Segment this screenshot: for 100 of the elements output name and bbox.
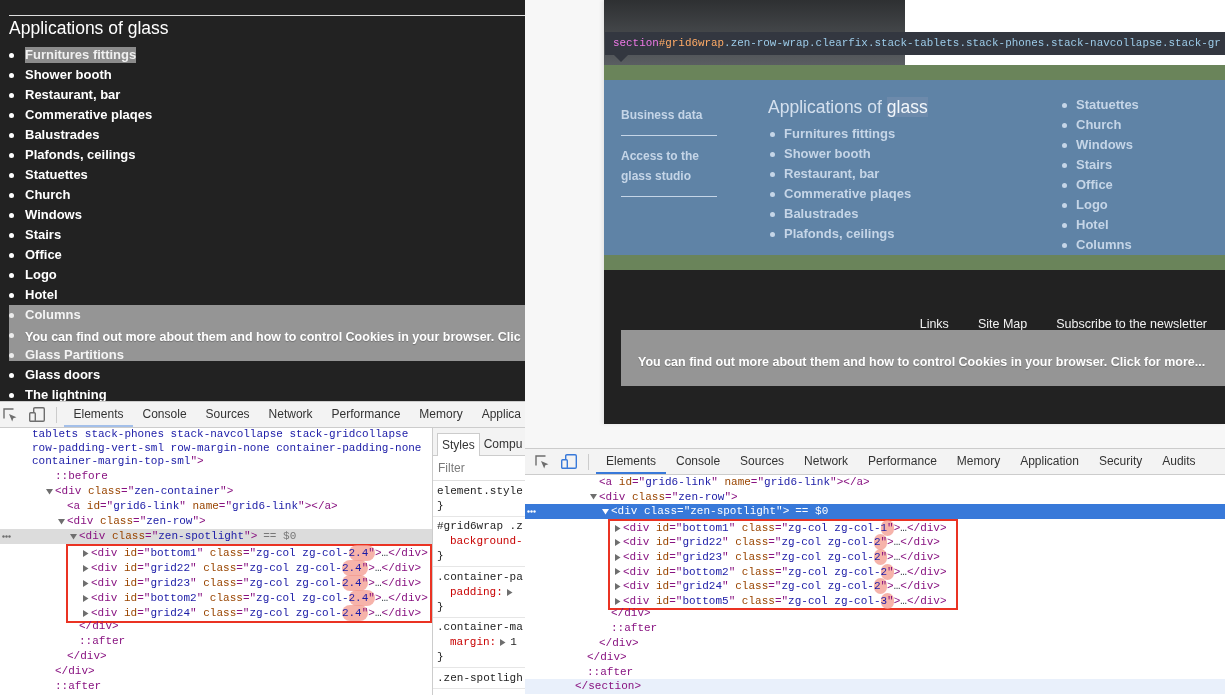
triangle-right-icon[interactable] [613,524,621,532]
footer-link[interactable]: Subscribe to the newsletter [1056,314,1207,334]
dom-tree-line[interactable]: ::after [0,633,432,649]
list-item[interactable]: Church [25,187,71,203]
bullet-icon [9,152,14,158]
triangle-right-icon[interactable] [81,579,89,587]
inspect-icon[interactable] [3,407,17,422]
devtools-tab[interactable]: Memory [409,402,473,427]
bullet-icon [9,112,14,118]
dom-tree-line[interactable]: <div id="bottom2" class="zg-col zg-col-2">…</div> [609,564,947,580]
triangle-right-icon[interactable] [613,597,621,605]
devtools-tab[interactable]: Elements [64,402,134,427]
triangle-down-icon[interactable] [57,517,65,525]
devtools-tab[interactable]: Performance [322,402,410,427]
list-item[interactable]: Statuettes [25,167,88,183]
css-selector: .container-ma [437,620,523,635]
styles-tab[interactable]: Compu [479,432,525,455]
list-item[interactable]: Logo [25,267,57,283]
bullet-icon [770,231,775,237]
list-item[interactable]: Balustrades [25,127,100,143]
dom-tree-line[interactable]: <div id="bottom1" class="zg-col zg-col-2.4">…</div> [67,545,428,561]
dom-tree-line[interactable]: tablets stack-phones stack-navcollapse stack-gridcollapse row-padding-vert-sml row-margin-none container-padding-none container-margin-top-sml"> [0,428,432,469]
devtools-tab[interactable]: Performance [858,449,947,474]
devtools-tab[interactable]: Sources [730,449,795,474]
devices-icon[interactable] [561,454,577,469]
inspect-icon[interactable] [535,454,549,469]
dom-tree-line[interactable]: </div> [0,618,432,634]
dom-tree-line[interactable]: <div id="grid24" class="zg-col zg-col-2.4">…</div> [67,605,428,621]
dom-tree-line[interactable]: <div class="zen-container"> [0,483,432,499]
dom-tree-line[interactable]: ::before [0,468,432,484]
dom-tree-line[interactable]: <div id="grid23" class="zg-col zg-col-2.4">…</div> [67,575,428,591]
bullet-icon [770,151,775,157]
dom-tree-line[interactable]: <a id="grid6-link" name="grid6-link"></a> [0,498,432,514]
dom-tree-line[interactable]: <div id="grid22" class="zg-col zg-col-2">…</div> [609,535,947,550]
dom-tree-line[interactable]: ::after [0,678,432,694]
triangle-right-icon[interactable] [81,609,89,617]
triangle-right-icon[interactable] [499,639,507,646]
triangle-right-icon[interactable] [81,564,89,572]
bullet-icon [1062,102,1067,108]
devtools-tab[interactable]: Application [1010,449,1089,474]
styles-tab[interactable]: Styles [437,433,480,456]
bullet-icon [9,292,14,298]
dom-tree-line[interactable]: <div class="zen-row"> [0,513,432,529]
dom-tree-line[interactable]: </div> [525,606,1225,621]
triangle-right-icon[interactable] [613,582,621,590]
dom-tree-line[interactable]: </div> [0,648,432,664]
list-item[interactable]: Restaurant, bar [25,87,121,103]
list-item[interactable]: Commerative plaqes [25,107,153,123]
footer-link[interactable]: Links [919,314,949,334]
dom-tree-line[interactable]: <div id="grid23" class="zg-col zg-col-2">…</div> [609,549,947,565]
css-brace: } [437,549,444,564]
devtools-tab[interactable]: Applica [472,402,525,427]
more-dots-icon[interactable] [527,510,536,514]
triangle-down-icon[interactable] [601,508,609,515]
list-item[interactable]: Shower booth [25,67,112,83]
devtools-tab[interactable]: Audits [1152,449,1206,474]
triangle-down-icon[interactable] [45,487,53,495]
list-item[interactable]: Glass doors [25,367,101,383]
list-item[interactable]: Hotel [25,287,58,303]
devtools-tab[interactable]: Console [133,402,197,427]
devtools-tab[interactable]: Network [259,402,323,427]
triangle-right-icon[interactable] [505,588,513,596]
list-item[interactable]: Stairs [25,227,62,243]
list-item[interactable]: Office [25,247,62,263]
bullet-icon [1062,182,1067,188]
dom-tree-line[interactable]: <div id="grid22" class="zg-col zg-col-2.4">…</div> [67,560,428,576]
list-item[interactable]: Windows [25,207,82,223]
devtools-tab[interactable]: Network [794,449,859,474]
devtools-tab[interactable]: Security [1088,449,1153,474]
triangle-right-icon[interactable] [613,553,621,561]
footer-link[interactable]: Site Map [977,314,1028,334]
dom-tree-line[interactable]: <div id="bottom1" class="zg-col zg-col-1">…</div> [609,520,947,536]
triangle-right-icon[interactable] [81,594,89,602]
devtools-tab[interactable]: Elements [596,449,667,474]
dom-tree-line[interactable]: <div id="grid24" class="zg-col zg-col-2">…</div> [609,579,947,594]
triangle-down-icon[interactable] [589,493,597,501]
list-item[interactable]: Plafonds, ceilings [25,147,136,163]
devtools-tab[interactable]: Console [666,449,731,474]
dom-tree-line[interactable]: </div> [0,663,432,679]
dom-tree-line[interactable]: </div> [525,650,1225,665]
dom-tree-line[interactable]: ::after [525,664,1225,680]
devices-icon[interactable] [29,407,45,422]
triangle-down-icon[interactable] [69,532,77,540]
devtools-tab[interactable]: Sources [196,402,260,427]
dom-tree-line[interactable]: <a id="grid6-link" name="grid6-link"></a> [525,475,1225,490]
dom-tree-line[interactable]: </div> [525,635,1225,651]
triangle-right-icon[interactable] [613,539,621,547]
triangle-right-icon[interactable] [81,549,89,557]
css-property: background- [450,534,523,549]
triangle-right-icon[interactable] [613,568,621,576]
bullet-icon [1062,222,1067,228]
more-dots-icon[interactable] [2,534,11,538]
dom-tree-line[interactable]: <div class="zen-row"> [525,489,1225,505]
devtools-tab[interactable]: Memory [946,449,1011,474]
dom-tree-line[interactable]: <div id="bottom5" class="zg-col zg-col-3">…</div> [609,593,947,609]
dom-tree-line[interactable]: <div id="bottom2" class="zg-col zg-col-2.4">…</div> [67,590,428,606]
css-selector: .zen-spotligh [437,670,523,686]
list-item[interactable]: The lightning [25,387,107,401]
bullet-icon [1062,142,1067,148]
dom-tree-line[interactable]: ::after [525,620,1225,636]
